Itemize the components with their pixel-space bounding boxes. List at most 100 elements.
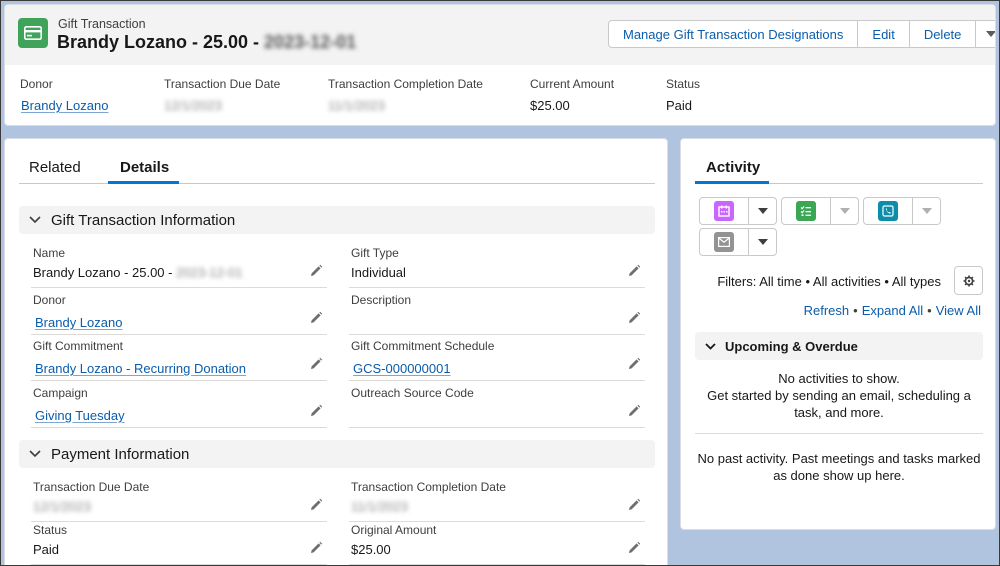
commitment-schedule-link[interactable]: GCS-000000001 xyxy=(353,361,451,376)
pencil-icon[interactable] xyxy=(627,541,641,555)
active-tab-indicator xyxy=(108,181,179,184)
name-date: 2023-12-01 xyxy=(176,265,243,280)
highlight-value: Paid xyxy=(666,98,693,113)
field-value: $25.00 xyxy=(351,542,391,557)
more-actions-button[interactable] xyxy=(976,20,995,48)
page-title: Brandy Lozano - 25.00 - 2023-12-01 xyxy=(57,32,356,53)
view-all-link[interactable]: View All xyxy=(936,303,981,318)
field-label: Gift Commitment xyxy=(33,339,124,353)
gift-commitment-link[interactable]: Brandy Lozano - Recurring Donation xyxy=(35,361,246,376)
no-activities-text: No activities to show. xyxy=(778,371,900,386)
field-value: Individual xyxy=(351,265,406,280)
send-email-dropdown[interactable] xyxy=(749,228,777,256)
section-gift-info-header[interactable]: Gift Transaction Information xyxy=(19,206,655,234)
refresh-link[interactable]: Refresh xyxy=(804,303,850,318)
section-title: Gift Transaction Information xyxy=(51,211,236,229)
field-value: Paid xyxy=(33,542,60,557)
new-event-dropdown[interactable] xyxy=(749,197,777,225)
chevron-down-icon xyxy=(757,208,768,214)
highlight-completion-date: Transaction Completion Date 11/1/2023 xyxy=(328,77,483,113)
activity-tabs: Activity xyxy=(695,157,983,184)
field-label: Description xyxy=(351,293,412,307)
field-payment-completion-date: Transaction Completion Date 11/1/2023 xyxy=(349,476,645,522)
expand-all-link[interactable]: Expand All xyxy=(862,303,923,318)
field-gift-type: Gift Type Individual xyxy=(349,242,645,288)
chevron-down-icon xyxy=(29,450,45,458)
title-date: 2023-12-01 xyxy=(264,32,357,52)
activity-filters-text: Filters: All time • All activities • All… xyxy=(717,274,941,289)
no-past-activity-text: No past activity. Past meetings and task… xyxy=(697,451,981,483)
chevron-down-icon xyxy=(839,208,850,214)
pencil-icon[interactable] xyxy=(309,541,323,555)
highlight-current-amount: Current Amount $25.00 xyxy=(530,77,614,113)
pencil-icon[interactable] xyxy=(627,311,641,325)
pencil-icon[interactable] xyxy=(627,357,641,371)
highlight-due-date: Transaction Due Date 12/1/2023 xyxy=(164,77,280,113)
highlight-label: Donor xyxy=(20,77,53,91)
tab-related[interactable]: Related xyxy=(29,159,81,176)
pencil-icon[interactable] xyxy=(309,357,323,371)
field-name: Name Brandy Lozano - 25.00 - 2023-12-01 xyxy=(31,242,327,288)
edit-button[interactable]: Edit xyxy=(858,20,910,48)
filter-settings-button[interactable] xyxy=(954,266,983,295)
field-gift-commitment: Gift Commitment Brandy Lozano - Recurrin… xyxy=(31,335,327,381)
chevron-down-icon xyxy=(921,208,932,214)
highlight-label: Status xyxy=(666,77,701,91)
pencil-icon[interactable] xyxy=(627,404,641,418)
upcoming-overdue-header[interactable]: Upcoming & Overdue xyxy=(695,332,983,360)
details-card: Related Details Gift Transaction Informa… xyxy=(4,138,668,566)
section-payment-info-header[interactable]: Payment Information xyxy=(19,440,655,468)
new-task-dropdown[interactable] xyxy=(831,197,859,225)
header-actions: Manage Gift Transaction Designations Edi… xyxy=(608,20,995,48)
field-donor: Donor Brandy Lozano xyxy=(31,289,327,335)
activity-card: Activity Filters: All time • All activit… xyxy=(680,138,996,530)
field-label: Campaign xyxy=(33,386,88,400)
task-list-icon xyxy=(796,201,816,221)
send-email-button[interactable] xyxy=(699,228,749,256)
highlight-label: Transaction Completion Date xyxy=(328,77,483,91)
field-label: Outreach Source Code xyxy=(351,386,474,400)
pencil-icon[interactable] xyxy=(627,498,641,512)
new-task-button[interactable] xyxy=(781,197,831,225)
get-started-text: Get started by sending an email, schedul… xyxy=(707,388,971,420)
highlight-label: Transaction Due Date xyxy=(164,77,281,91)
name-text: Brandy Lozano - 25.00 - xyxy=(33,265,177,280)
pencil-icon[interactable] xyxy=(309,404,323,418)
highlight-label: Current Amount xyxy=(530,77,615,91)
delete-button[interactable]: Delete xyxy=(909,20,977,48)
field-value: 12/1/2023 xyxy=(33,499,91,514)
new-event-action xyxy=(699,197,777,225)
chevron-down-icon xyxy=(29,216,45,224)
title-text: Brandy Lozano - 25.00 - xyxy=(57,32,265,52)
chevron-down-icon xyxy=(757,239,768,245)
record-header: Gift Transaction Brandy Lozano - 25.00 -… xyxy=(4,4,996,126)
field-campaign: Campaign Giving Tuesday xyxy=(31,382,327,428)
new-event-button[interactable] xyxy=(699,197,749,225)
active-tab-indicator xyxy=(695,181,769,184)
field-payment-status: Status Paid xyxy=(31,519,327,565)
gear-icon xyxy=(963,275,974,286)
donor-link[interactable]: Brandy Lozano xyxy=(21,98,108,113)
divider xyxy=(695,433,983,434)
send-email-action xyxy=(699,228,777,256)
donor-link[interactable]: Brandy Lozano xyxy=(35,315,122,330)
pencil-icon[interactable] xyxy=(309,311,323,325)
separator: • xyxy=(853,303,858,318)
field-original-amount: Original Amount $25.00 xyxy=(349,519,645,565)
tab-activity[interactable]: Activity xyxy=(706,159,760,176)
log-call-dropdown[interactable] xyxy=(913,197,941,225)
log-call-button[interactable] xyxy=(863,197,913,225)
field-value: Brandy Lozano - 25.00 - 2023-12-01 xyxy=(33,265,243,280)
new-task-action xyxy=(781,197,859,225)
separator: • xyxy=(927,303,932,318)
calendar-icon xyxy=(714,201,734,221)
highlight-status: Status Paid xyxy=(666,77,700,113)
pencil-icon[interactable] xyxy=(309,264,323,278)
campaign-link[interactable]: Giving Tuesday xyxy=(35,408,125,423)
field-label: Name xyxy=(33,246,66,260)
pencil-icon[interactable] xyxy=(309,498,323,512)
pencil-icon[interactable] xyxy=(627,264,641,278)
manage-designations-button[interactable]: Manage Gift Transaction Designations xyxy=(608,20,859,48)
tab-details[interactable]: Details xyxy=(120,159,169,176)
field-label: Donor xyxy=(33,293,66,307)
